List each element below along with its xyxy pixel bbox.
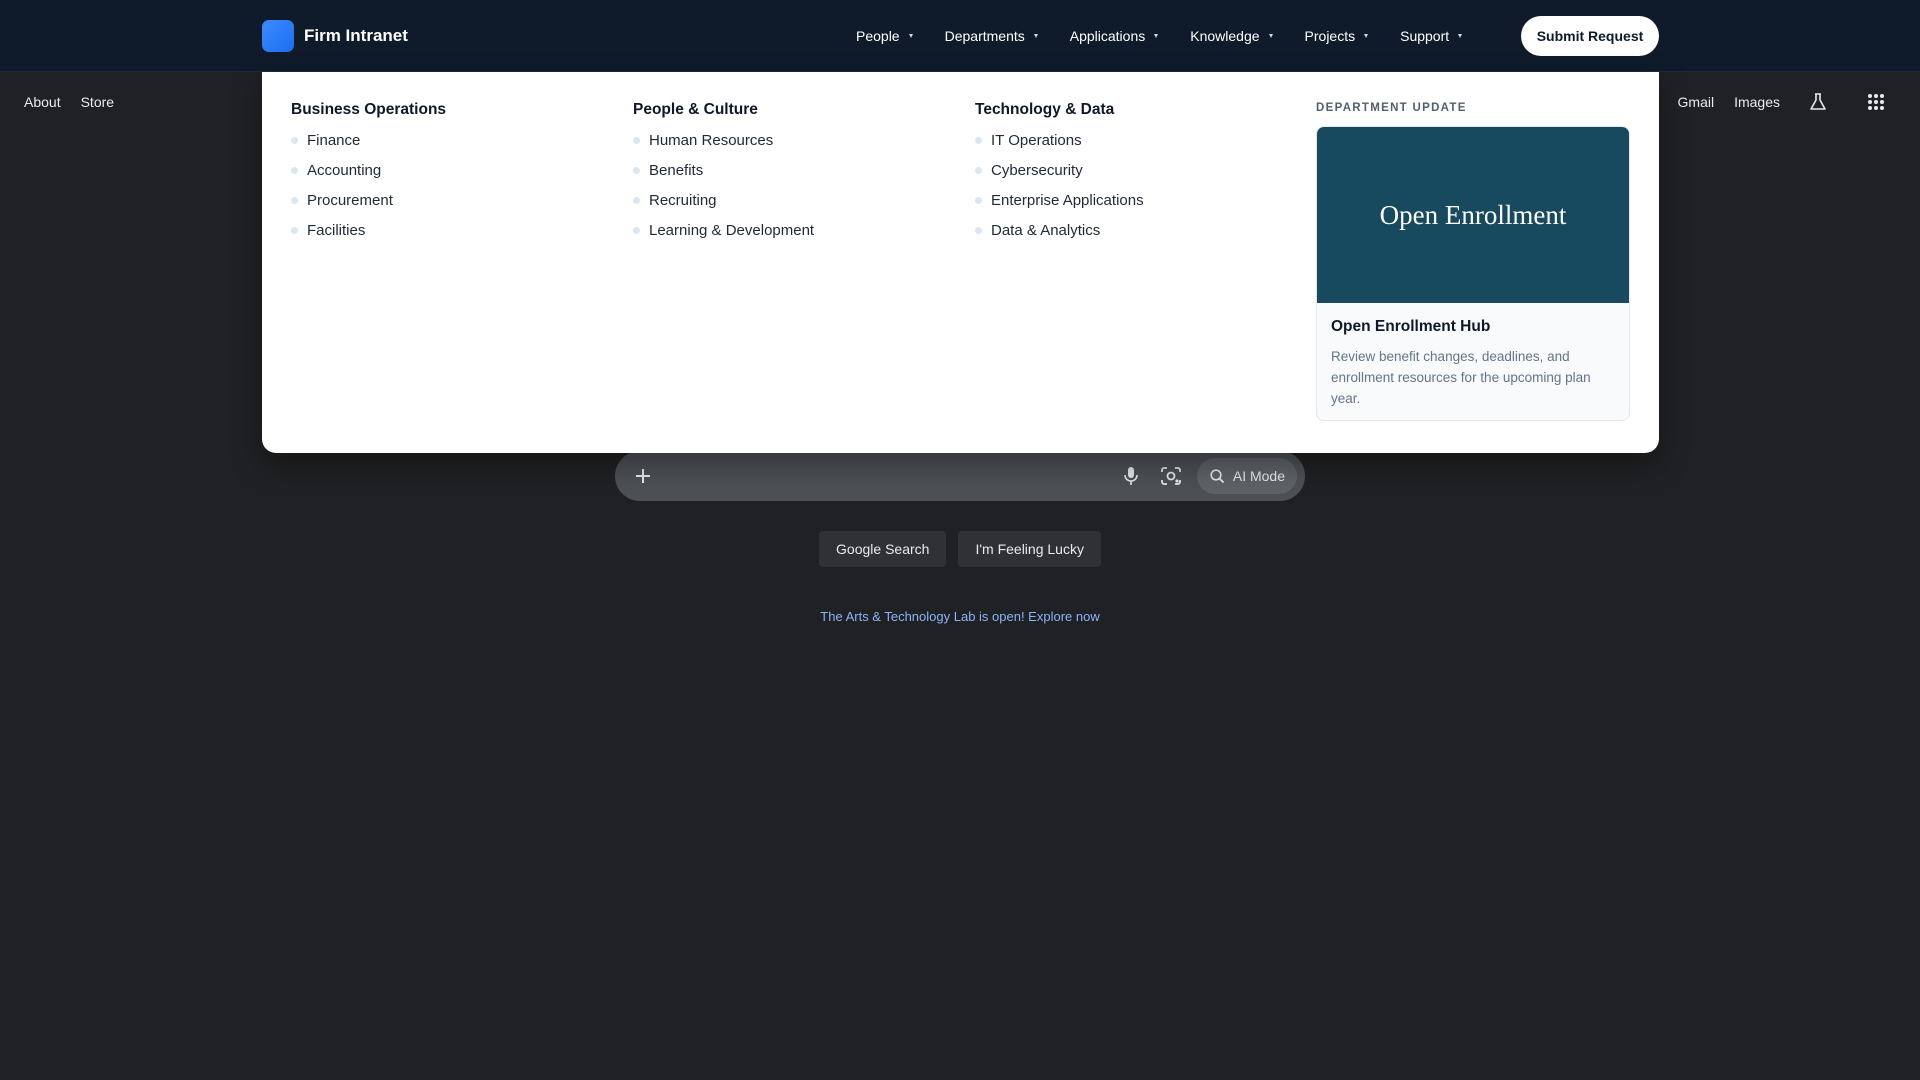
microphone-icon[interactable] xyxy=(1115,460,1147,492)
submit-request-button[interactable]: Submit Request xyxy=(1521,16,1659,56)
bullet-icon xyxy=(975,136,982,144)
bullet-icon xyxy=(291,136,298,144)
menu-item-enterprise-applications[interactable]: Enterprise Applications xyxy=(975,185,1144,215)
promo-link[interactable]: The Arts & Technology Lab is open! Explo… xyxy=(0,609,1920,624)
menu-item-it-operations[interactable]: IT Operations xyxy=(975,125,1144,155)
caret-down-icon xyxy=(1154,34,1159,38)
nav-label: Applications xyxy=(1069,28,1146,44)
promo-eyebrow: DEPARTMENT UPDATE xyxy=(1316,102,1467,114)
search-input[interactable] xyxy=(669,467,1107,485)
menu-column-technology-data: Technology & Data IT Operations Cybersec… xyxy=(975,101,1144,245)
menu-list: Finance Accounting Procurement Facilitie… xyxy=(291,125,446,245)
promo-image-text: Open Enrollment xyxy=(1379,199,1567,230)
nav-label: Knowledge xyxy=(1190,28,1260,44)
departments-mega-menu: Business Operations Finance Accounting P… xyxy=(262,72,1659,453)
menu-item-label: Cybersecurity xyxy=(991,161,1083,179)
menu-column-business-operations: Business Operations Finance Accounting P… xyxy=(291,101,446,245)
column-title: Business Operations xyxy=(291,101,447,118)
brand[interactable]: Firm Intranet xyxy=(262,20,408,52)
google-buttons: Google Search I'm Feeling Lucky xyxy=(0,531,1920,567)
nav-departments[interactable]: Departments xyxy=(945,28,1038,44)
bullet-icon xyxy=(291,166,298,174)
menu-item-facilities[interactable]: Facilities xyxy=(291,215,446,245)
menu-item-cybersecurity[interactable]: Cybersecurity xyxy=(975,155,1144,185)
caret-down-icon xyxy=(1268,34,1273,38)
nav-label: Projects xyxy=(1304,28,1356,44)
nav-knowledge[interactable]: Knowledge xyxy=(1190,28,1273,44)
bullet-icon xyxy=(975,166,982,174)
nav-label: Departments xyxy=(944,28,1025,44)
menu-item-accounting[interactable]: Accounting xyxy=(291,155,446,185)
google-top-right: Gmail Images xyxy=(1658,82,1896,122)
menu-item-label: Accounting xyxy=(307,161,382,179)
brand-logo-icon xyxy=(262,20,294,52)
feeling-lucky-button[interactable]: I'm Feeling Lucky xyxy=(958,531,1101,567)
promo-card[interactable]: Open Enrollment Open Enrollment Hub Revi… xyxy=(1316,126,1630,421)
bullet-icon xyxy=(633,166,640,174)
ai-mode-label: AI Mode xyxy=(1232,468,1285,484)
brand-name: Firm Intranet xyxy=(304,26,408,45)
nav-support[interactable]: Support xyxy=(1400,28,1463,44)
menu-item-label: Learning & Development xyxy=(649,221,815,239)
caret-down-icon xyxy=(1364,34,1369,38)
nav-projects[interactable]: Projects xyxy=(1305,28,1369,44)
main-nav: People Departments Applications Knowledg… xyxy=(856,0,1494,72)
about-link[interactable]: About xyxy=(24,94,61,110)
menu-list: Human Resources Benefits Recruiting Lear… xyxy=(633,125,814,245)
ai-mode-button[interactable]: AI Mode xyxy=(1196,458,1297,494)
caret-down-icon xyxy=(1033,34,1038,38)
nav-people[interactable]: People xyxy=(856,28,913,44)
promo-body: Open Enrollment Hub Review benefit chang… xyxy=(1317,303,1629,409)
caret-down-icon xyxy=(1458,34,1463,38)
intranet-header: Firm Intranet People Departments Applica… xyxy=(0,0,1920,72)
apps-grid-icon[interactable] xyxy=(1856,82,1896,122)
nav-applications[interactable]: Applications xyxy=(1070,28,1159,44)
menu-item-label: Recruiting xyxy=(649,191,717,209)
menu-item-label: Enterprise Applications xyxy=(991,191,1144,209)
menu-list: IT Operations Cybersecurity Enterprise A… xyxy=(975,125,1144,245)
menu-item-label: Benefits xyxy=(649,161,704,179)
menu-item-recruiting[interactable]: Recruiting xyxy=(633,185,814,215)
images-link[interactable]: Images xyxy=(1734,94,1780,110)
department-update: DEPARTMENT UPDATE Open Enrollment Open E… xyxy=(1316,102,1630,421)
camera-lens-icon[interactable] xyxy=(1155,460,1187,492)
gmail-link[interactable]: Gmail xyxy=(1678,94,1715,110)
menu-item-label: Human Resources xyxy=(649,131,774,149)
menu-item-label: Procurement xyxy=(307,191,393,209)
column-title: People & Culture xyxy=(633,101,758,118)
menu-item-label: Data & Analytics xyxy=(991,221,1101,239)
menu-item-finance[interactable]: Finance xyxy=(291,125,446,155)
bullet-icon xyxy=(633,136,640,144)
flask-icon[interactable] xyxy=(1798,82,1838,122)
column-title: Technology & Data xyxy=(975,101,1115,118)
google-top-left: About Store xyxy=(24,94,134,110)
google-search-button[interactable]: Google Search xyxy=(819,531,947,567)
plus-icon[interactable] xyxy=(629,462,657,490)
bullet-icon xyxy=(633,196,640,204)
bullet-icon xyxy=(291,226,298,234)
nav-label: People xyxy=(856,28,900,44)
menu-item-procurement[interactable]: Procurement xyxy=(291,185,446,215)
menu-item-benefits[interactable]: Benefits xyxy=(633,155,814,185)
menu-item-label: Facilities xyxy=(307,221,366,239)
bullet-icon xyxy=(291,196,298,204)
promo-image: Open Enrollment xyxy=(1317,127,1629,303)
menu-item-data-analytics[interactable]: Data & Analytics xyxy=(975,215,1144,245)
promo-title: Open Enrollment Hub xyxy=(1331,318,1491,335)
ai-search-icon xyxy=(1210,469,1224,484)
menu-column-people-culture: People & Culture Human Resources Benefit… xyxy=(633,101,814,245)
bullet-icon xyxy=(975,196,982,204)
bullet-icon xyxy=(975,226,982,234)
menu-item-human-resources[interactable]: Human Resources xyxy=(633,125,814,155)
caret-down-icon xyxy=(908,34,913,38)
search-bar: AI Mode xyxy=(615,451,1305,501)
menu-item-label: IT Operations xyxy=(991,131,1082,149)
menu-item-label: Finance xyxy=(307,131,361,149)
bullet-icon xyxy=(633,226,640,234)
nav-label: Support xyxy=(1400,28,1450,44)
promo-description: Review benefit changes, deadlines, and e… xyxy=(1331,349,1591,406)
store-link[interactable]: Store xyxy=(81,94,114,110)
menu-item-learning-development[interactable]: Learning & Development xyxy=(633,215,814,245)
